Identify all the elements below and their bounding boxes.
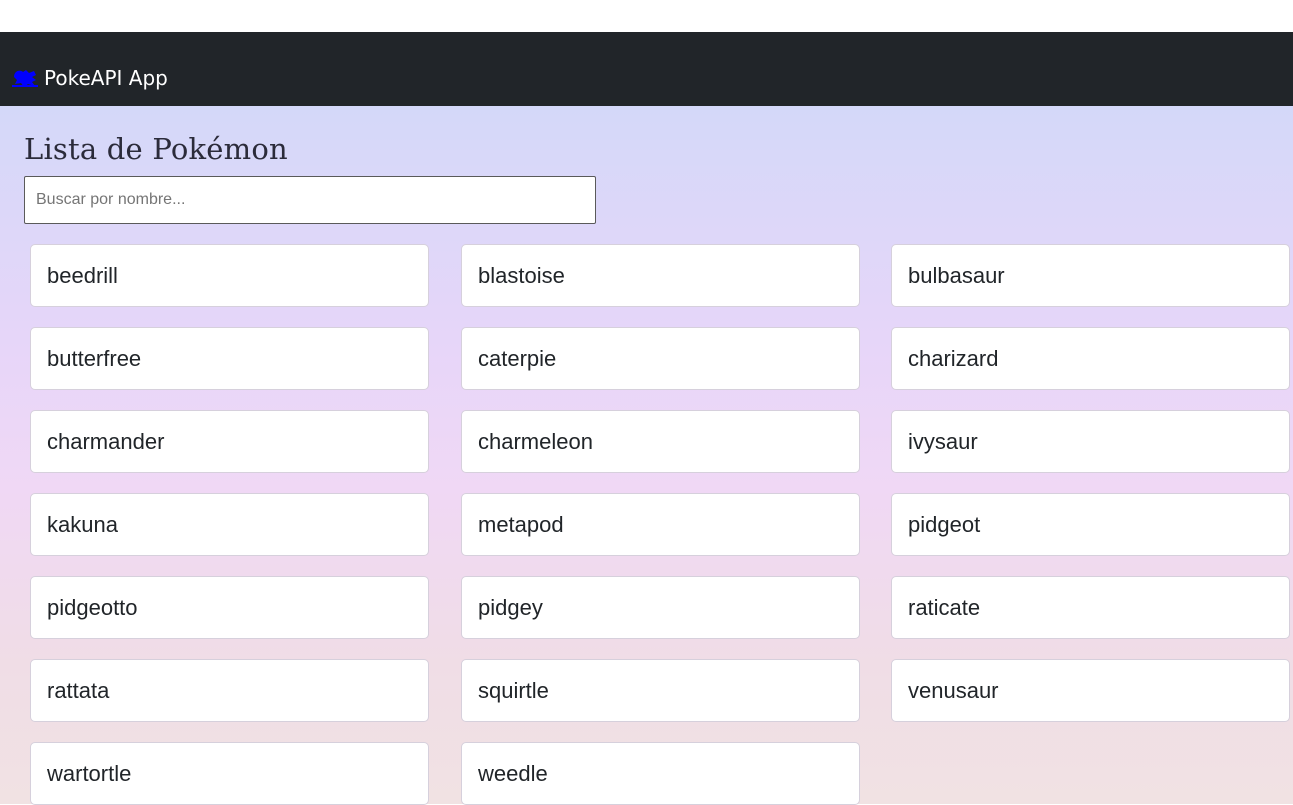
pokemon-logo-icon xyxy=(12,67,38,89)
pokemon-name: charizard xyxy=(908,345,999,371)
navbar: PokeAPI App xyxy=(0,32,1293,106)
pokemon-card[interactable]: ivysaur xyxy=(891,410,1290,473)
pokemon-name: raticate xyxy=(908,594,981,620)
pokemon-name: weedle xyxy=(478,760,548,786)
pokemon-name: kakuna xyxy=(47,511,118,537)
pokemon-card[interactable]: kakuna xyxy=(30,493,429,556)
pokemon-card[interactable]: beedrill xyxy=(30,244,429,307)
pokemon-name: bulbasaur xyxy=(908,262,1005,288)
brand-link[interactable]: PokeAPI App xyxy=(12,66,168,90)
pokemon-card[interactable]: caterpie xyxy=(461,327,860,390)
pokemon-name: pidgey xyxy=(478,594,543,620)
pokemon-name: venusaur xyxy=(908,677,999,703)
pokemon-name: charmeleon xyxy=(478,428,593,454)
pokemon-name: blastoise xyxy=(478,262,565,288)
pokemon-name: pidgeotto xyxy=(47,594,138,620)
pokemon-card[interactable]: charmander xyxy=(30,410,429,473)
pokemon-card[interactable]: pidgeot xyxy=(891,493,1290,556)
pokemon-card[interactable]: venusaur xyxy=(891,659,1290,722)
pokemon-card[interactable]: charizard xyxy=(891,327,1290,390)
pokemon-card[interactable]: charmeleon xyxy=(461,410,860,473)
pokemon-card[interactable]: blastoise xyxy=(461,244,860,307)
pokemon-name: rattata xyxy=(47,677,110,703)
brand-label: PokeAPI App xyxy=(44,66,168,90)
pokemon-card[interactable]: rattata xyxy=(30,659,429,722)
pokemon-name: metapod xyxy=(478,511,564,537)
pokemon-card[interactable]: bulbasaur xyxy=(891,244,1290,307)
search-input[interactable] xyxy=(24,176,596,224)
pokemon-card[interactable]: pidgeotto xyxy=(30,576,429,639)
pokemon-card[interactable]: raticate xyxy=(891,576,1290,639)
pokemon-name: butterfree xyxy=(47,345,142,371)
pokemon-name: ivysaur xyxy=(908,428,978,454)
pokemon-name: pidgeot xyxy=(908,511,981,537)
pokemon-card[interactable]: squirtle xyxy=(461,659,860,722)
pokemon-name: beedrill xyxy=(47,262,118,288)
pokemon-card[interactable]: pidgey xyxy=(461,576,860,639)
pokemon-card[interactable]: wartortle xyxy=(30,742,429,805)
pokemon-name: squirtle xyxy=(478,677,549,703)
pokemon-name: wartortle xyxy=(47,760,132,786)
page-title: Lista de Pokémon xyxy=(24,132,288,166)
pokemon-card[interactable]: weedle xyxy=(461,742,860,805)
pokemon-card[interactable]: butterfree xyxy=(30,327,429,390)
main-content: Lista de Pokémon beedrill blastoise bulbas… xyxy=(0,106,1293,805)
top-strip xyxy=(0,0,1293,32)
pokemon-card[interactable]: metapod xyxy=(461,493,860,556)
pokemon-name: charmander xyxy=(47,428,165,454)
pokemon-name: caterpie xyxy=(478,345,557,371)
